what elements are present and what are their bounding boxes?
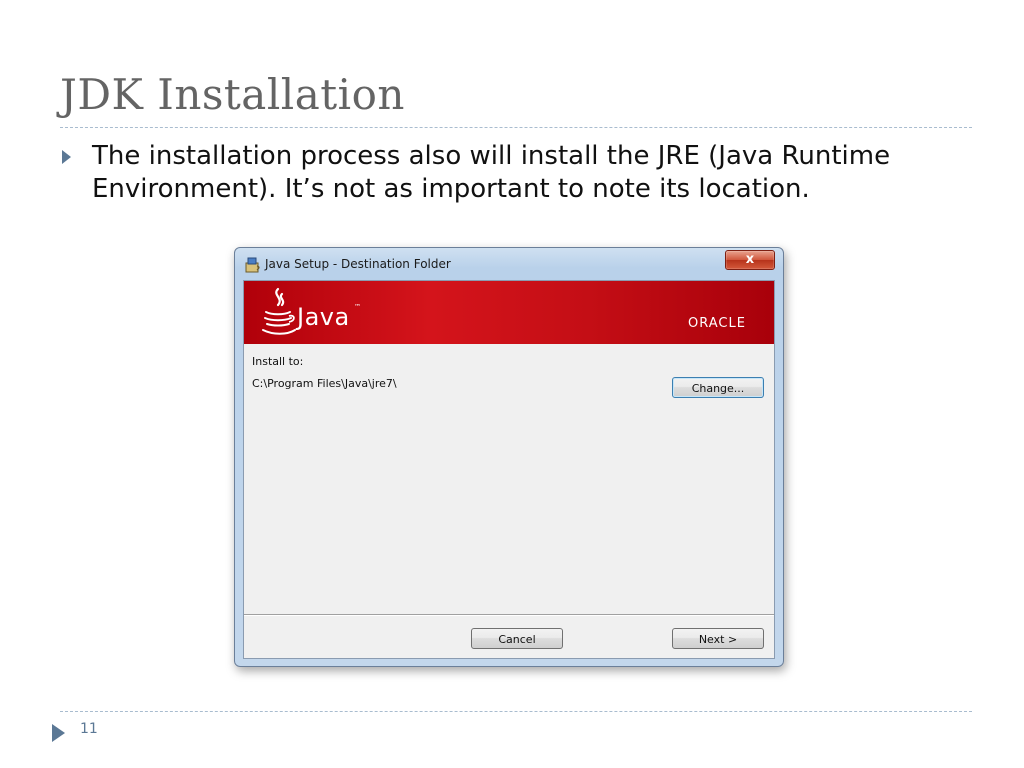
slide: JDK Installation The installation proces…	[0, 0, 1024, 768]
dialog-footer-divider	[244, 614, 774, 616]
dialog-client-area: Java ™ ORACLE Install to: C:\Program Fil…	[243, 280, 775, 659]
java-banner: Java ™ ORACLE	[244, 281, 774, 344]
bullet-text: The installation process also will insta…	[92, 141, 891, 204]
footer-arrow-icon	[52, 724, 65, 742]
dialog-title: Java Setup - Destination Folder	[265, 257, 451, 271]
install-to-label: Install to:	[252, 355, 304, 368]
next-button[interactable]: Next >	[672, 628, 764, 649]
java-trademark: ™	[354, 303, 361, 311]
oracle-wordmark: ORACLE	[688, 316, 746, 331]
java-cup-logo	[262, 287, 296, 335]
bullet-arrow-icon	[62, 150, 71, 164]
slide-number: 11	[80, 721, 98, 737]
footer-divider	[60, 711, 972, 712]
java-setup-icon	[245, 257, 260, 273]
close-icon: x	[745, 252, 755, 267]
java-wordmark: Java	[297, 303, 350, 331]
close-button[interactable]: x	[725, 250, 775, 270]
dialog-titlebar[interactable]: Java Setup - Destination Folder x	[235, 248, 783, 280]
install-path-value: C:\Program Files\Java\jre7\	[252, 377, 397, 390]
java-setup-dialog: Java Setup - Destination Folder x Java ™…	[234, 247, 784, 667]
change-button[interactable]: Change...	[672, 377, 764, 398]
title-divider	[60, 127, 972, 128]
cancel-button[interactable]: Cancel	[471, 628, 563, 649]
slide-title: JDK Installation	[60, 70, 405, 119]
